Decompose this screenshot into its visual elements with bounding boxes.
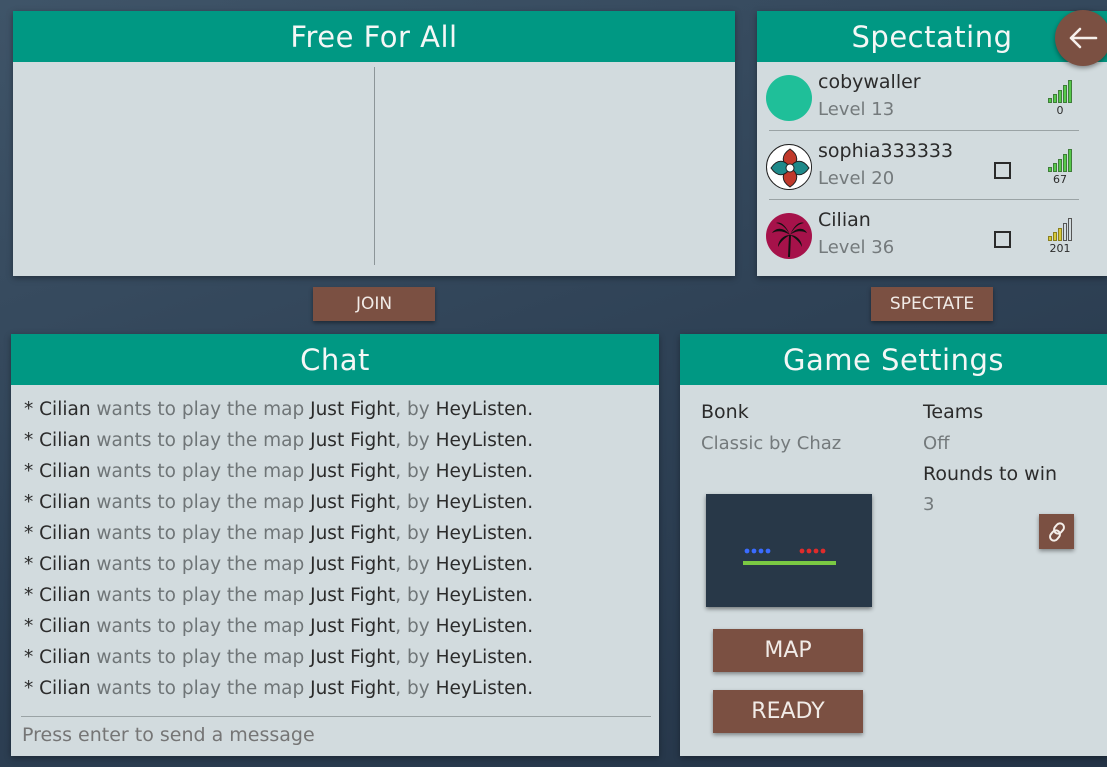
message-map: Just Fight	[310, 399, 396, 420]
message-author: HeyListen	[435, 461, 528, 482]
message-map: Just Fight	[310, 430, 396, 451]
message-map: Just Fight	[310, 585, 396, 606]
message-author: HeyListen	[435, 585, 528, 606]
chat-message: * Cilian wants to play the map Just Figh…	[24, 461, 534, 482]
teams-label: Teams	[923, 401, 984, 423]
message-user: Cilian	[39, 523, 91, 544]
message-map: Just Fight	[310, 554, 396, 575]
chat-input[interactable]	[22, 720, 622, 750]
rounds-value: 3	[923, 494, 935, 515]
player-name: Cilian	[818, 209, 871, 231]
ping-indicator: 67	[1045, 148, 1075, 186]
player-name: sophia333333	[818, 140, 954, 162]
mode-label: Bonk	[701, 401, 749, 423]
message-map: Just Fight	[310, 492, 396, 513]
player-row[interactable]: cobywaller Level 13 0	[765, 65, 1078, 130]
player-row[interactable]: sophia333333 Level 20 67	[765, 134, 1078, 199]
message-author: HeyListen	[435, 523, 528, 544]
message-user: Cilian	[39, 430, 91, 451]
copy-link-button[interactable]	[1039, 514, 1074, 549]
avatar	[766, 213, 812, 259]
map-button[interactable]: MAP	[713, 629, 863, 672]
row-divider	[769, 130, 1079, 131]
game-settings-panel: Game Settings Bonk Classic by Chaz Teams…	[680, 334, 1107, 756]
message-author: HeyListen	[435, 678, 528, 699]
row-divider	[769, 199, 1079, 200]
kick-checkbox[interactable]	[994, 231, 1011, 248]
message-user: Cilian	[39, 461, 91, 482]
free-for-all-panel: Free For All	[13, 11, 735, 276]
link-icon	[1048, 521, 1065, 542]
chat-input-divider	[21, 716, 651, 717]
message-author: HeyListen	[435, 647, 528, 668]
chat-message: * Cilian wants to play the map Just Figh…	[24, 430, 534, 451]
ping-indicator: 201	[1045, 217, 1075, 255]
signal-icon	[1048, 217, 1075, 241]
rounds-label: Rounds to win	[923, 463, 1058, 485]
free-for-all-title: Free For All	[13, 11, 735, 62]
message-map: Just Fight	[310, 647, 396, 668]
ready-button[interactable]: READY	[713, 690, 863, 733]
mode-value: Classic by Chaz	[701, 433, 842, 454]
message-author: HeyListen	[435, 399, 528, 420]
player-name: cobywaller	[818, 71, 921, 93]
signal-icon	[1048, 148, 1075, 172]
chat-title: Chat	[11, 334, 659, 385]
chat-message: * Cilian wants to play the map Just Figh…	[24, 399, 534, 420]
arrow-left-icon	[1069, 27, 1098, 49]
message-author: HeyListen	[435, 492, 528, 513]
ping-value: 67	[1053, 173, 1067, 186]
message-user: Cilian	[39, 647, 91, 668]
chat-panel: Chat * Cilian wants to play the map Just…	[11, 334, 659, 756]
message-author: HeyListen	[435, 554, 528, 575]
message-map: Just Fight	[310, 678, 396, 699]
message-user: Cilian	[39, 554, 91, 575]
message-map: Just Fight	[310, 616, 396, 637]
map-preview[interactable]	[706, 494, 872, 607]
player-level: Level 13	[818, 99, 895, 120]
back-button[interactable]	[1055, 10, 1107, 66]
chat-message: * Cilian wants to play the map Just Figh…	[24, 616, 534, 637]
ping-value: 201	[1049, 242, 1071, 255]
chat-message: * Cilian wants to play the map Just Figh…	[24, 554, 534, 575]
chat-message: * Cilian wants to play the map Just Figh…	[24, 647, 534, 668]
player-level: Level 20	[818, 168, 895, 189]
chat-message: * Cilian wants to play the map Just Figh…	[24, 678, 534, 699]
teams-value: Off	[923, 433, 950, 454]
game-settings-title: Game Settings	[680, 334, 1107, 385]
map-preview-image	[706, 494, 872, 607]
swirl-avatar-icon	[768, 146, 811, 189]
message-map: Just Fight	[310, 523, 396, 544]
ping-indicator: 0	[1045, 79, 1075, 117]
message-user: Cilian	[39, 678, 91, 699]
ping-value: 0	[1056, 104, 1064, 117]
chat-message: * Cilian wants to play the map Just Figh…	[24, 585, 534, 606]
message-user: Cilian	[39, 616, 91, 637]
message-author: HeyListen	[435, 430, 528, 451]
message-map: Just Fight	[310, 461, 396, 482]
chat-message: * Cilian wants to play the map Just Figh…	[24, 523, 534, 544]
message-user: Cilian	[39, 585, 91, 606]
signal-icon	[1048, 79, 1075, 103]
player-row[interactable]: Cilian Level 36 201	[765, 203, 1078, 268]
avatar	[766, 75, 812, 121]
palm-tree-icon	[772, 222, 807, 257]
spectating-panel: Spectating cobywaller Level 13 0 sophia3…	[757, 11, 1107, 276]
chat-message: * Cilian wants to play the map Just Figh…	[24, 492, 534, 513]
team-divider	[374, 67, 375, 265]
kick-checkbox[interactable]	[994, 162, 1011, 179]
chat-messages: * Cilian wants to play the map Just Figh…	[24, 399, 533, 709]
join-button[interactable]: JOIN	[313, 287, 435, 321]
avatar	[766, 144, 812, 190]
message-user: Cilian	[39, 399, 91, 420]
message-author: HeyListen	[435, 616, 528, 637]
spectate-button[interactable]: SPECTATE	[871, 287, 993, 321]
player-level: Level 36	[818, 237, 895, 258]
message-user: Cilian	[39, 492, 91, 513]
